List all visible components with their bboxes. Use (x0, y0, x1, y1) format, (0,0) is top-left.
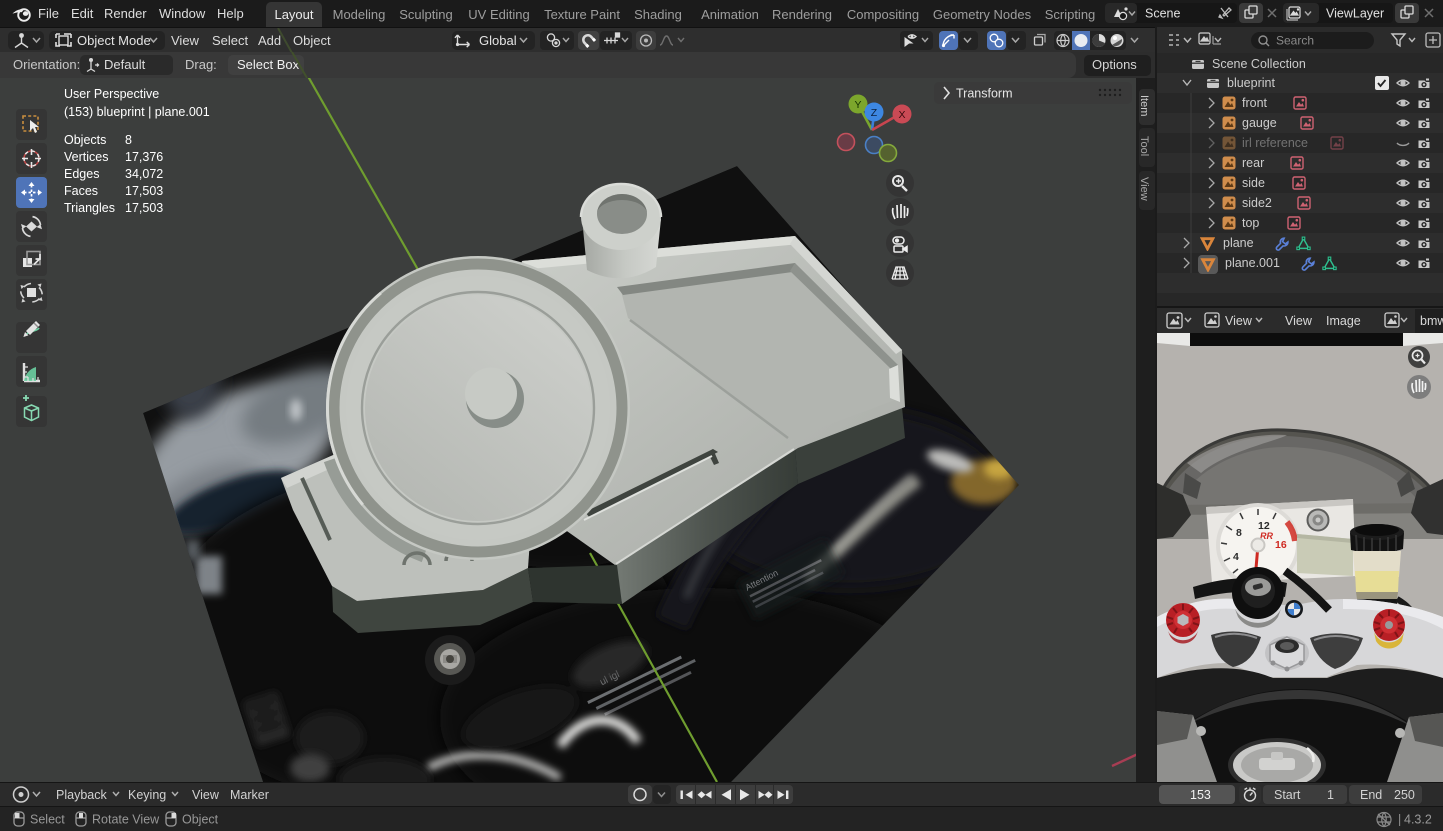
svg-text:side: side (1242, 176, 1265, 190)
svg-text:X: X (898, 109, 905, 121)
svg-text:Triangles: Triangles (64, 201, 115, 215)
svg-text:top: top (1242, 216, 1259, 230)
svg-text:User Perspective: User Perspective (64, 87, 159, 101)
svg-text:Scene: Scene (1145, 7, 1180, 21)
svg-text:Y: Y (854, 99, 861, 111)
svg-text:Image: Image (1326, 314, 1361, 328)
svg-text:irl reference: irl reference (1242, 136, 1308, 150)
svg-text:Tool: Tool (1138, 136, 1150, 156)
svg-text:Keying: Keying (128, 788, 166, 802)
svg-text:End: End (1360, 788, 1382, 802)
svg-text:gauge: gauge (1242, 116, 1277, 130)
svg-text:4.3.2: 4.3.2 (1404, 813, 1432, 827)
svg-text:Edges: Edges (64, 167, 99, 181)
svg-text:1: 1 (1327, 788, 1334, 802)
svg-text:ViewLayer: ViewLayer (1326, 7, 1384, 21)
svg-text:View: View (1285, 314, 1313, 328)
svg-text:Faces: Faces (64, 184, 98, 198)
svg-text:View: View (1138, 177, 1150, 201)
svg-text:Z: Z (871, 107, 878, 119)
svg-text:plane.001: plane.001 (1225, 256, 1280, 270)
svg-text:4: 4 (1233, 551, 1239, 563)
svg-text:17,503: 17,503 (125, 184, 163, 198)
svg-text:Transform: Transform (956, 87, 1013, 101)
svg-text:Item: Item (1138, 95, 1150, 116)
svg-text:8: 8 (125, 133, 132, 147)
svg-text:Rotate View: Rotate View (92, 813, 160, 827)
svg-text:8: 8 (1236, 527, 1242, 539)
svg-text:blueprint: blueprint (1227, 76, 1275, 90)
svg-text:side2: side2 (1242, 196, 1272, 210)
svg-text:16: 16 (1275, 539, 1287, 551)
svg-text:Objects: Objects (64, 133, 106, 147)
svg-text:front: front (1242, 96, 1268, 110)
svg-text:17,376: 17,376 (125, 150, 163, 164)
svg-text:Select: Select (30, 813, 65, 827)
svg-text:34,072: 34,072 (125, 167, 163, 181)
svg-text:Start: Start (1274, 788, 1301, 802)
svg-text:Scene Collection: Scene Collection (1212, 57, 1306, 71)
svg-text:plane: plane (1223, 236, 1254, 250)
svg-text:Vertices: Vertices (64, 150, 108, 164)
svg-text:View: View (192, 788, 220, 802)
svg-text:rear: rear (1242, 156, 1264, 170)
svg-text:bmw: bmw (1420, 314, 1443, 328)
svg-text:250: 250 (1394, 788, 1415, 802)
svg-text:17,503: 17,503 (125, 201, 163, 215)
svg-text:Object: Object (182, 813, 219, 827)
svg-text:(153) blueprint | plane.001: (153) blueprint | plane.001 (64, 105, 210, 119)
svg-text:View: View (1225, 314, 1253, 328)
svg-text:Playback: Playback (56, 788, 107, 802)
svg-text:Search: Search (1276, 34, 1314, 48)
svg-text:Marker: Marker (230, 788, 269, 802)
svg-text:153: 153 (1190, 788, 1211, 802)
svg-text:|: | (1398, 813, 1401, 827)
